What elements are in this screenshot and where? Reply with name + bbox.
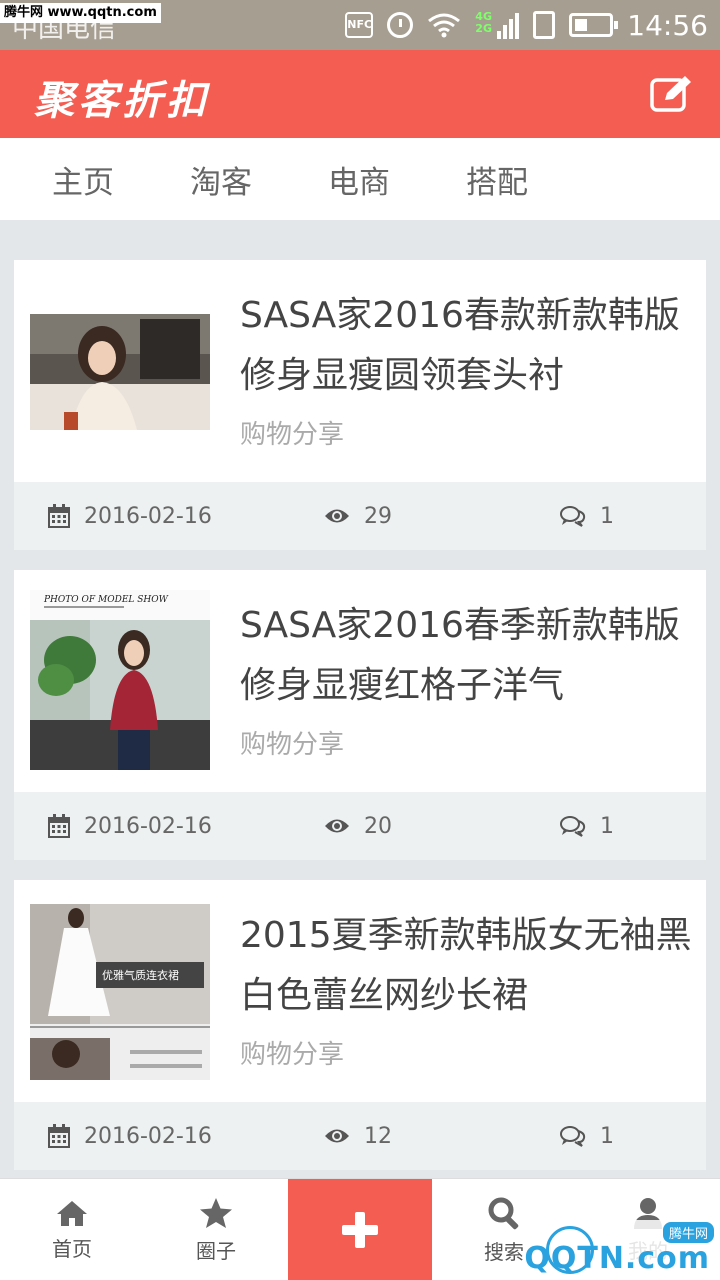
post-category[interactable]: 购物分享	[240, 1034, 344, 1071]
tab-taoke[interactable]: 淘客	[152, 157, 290, 202]
watermark-top: 腾牛网 www.qqtn.com	[0, 3, 161, 23]
app-title: 聚客折扣	[34, 77, 210, 124]
post-feed: SASA家2016春款新款韩版修身显瘦圆领套头衬 购物分享 2016-02-16…	[14, 260, 706, 1190]
post-comments[interactable]: 1	[560, 482, 614, 550]
tab-home[interactable]: 主页	[14, 157, 152, 202]
post-date-text: 2016-02-16	[84, 503, 212, 529]
bottom-nav-home-label: 首页	[52, 1236, 92, 1261]
home-icon	[57, 1200, 87, 1226]
star-icon	[200, 1197, 232, 1228]
post-views: 12	[324, 1102, 392, 1170]
post-card-body[interactable]: PHOTO OF MODEL SHOW SASA家2016春季新款韩版修身显瘦红…	[14, 570, 706, 792]
post-card-body[interactable]: 优雅气质连衣裙 2015夏季新款韩版女无袖黑白色蕾丝网纱长裙 购物分享	[14, 880, 706, 1102]
post-date: 2016-02-16	[48, 1102, 212, 1170]
post-meta: 2016-02-16 20 1	[14, 792, 706, 860]
tab-ecommerce[interactable]: 电商	[290, 157, 428, 202]
edit-button[interactable]	[648, 72, 696, 116]
post-category[interactable]: 购物分享	[240, 414, 344, 451]
post-comments[interactable]: 1	[560, 792, 614, 860]
post-title[interactable]: SASA家2016春季新款韩版修身显瘦红格子洋气	[240, 596, 696, 716]
post-card[interactable]: PHOTO OF MODEL SHOW SASA家2016春季新款韩版修身显瘦红…	[14, 570, 706, 860]
bottom-nav-circle[interactable]: 圈子	[144, 1179, 288, 1280]
post-card[interactable]: 优雅气质连衣裙 2015夏季新款韩版女无袖黑白色蕾丝网纱长裙 购物分享 2016…	[14, 880, 706, 1170]
post-thumbnail[interactable]	[30, 314, 210, 434]
post-meta: 2016-02-16 12 1	[14, 1102, 706, 1170]
tab-outfit[interactable]: 搭配	[428, 157, 566, 202]
plus-icon	[342, 1212, 378, 1248]
network-2g-label: 2G	[475, 22, 492, 35]
post-card-body[interactable]: SASA家2016春款新款韩版修身显瘦圆领套头衬 购物分享	[14, 260, 706, 482]
comments-icon	[560, 816, 586, 837]
eye-icon	[325, 819, 349, 833]
battery-icon	[569, 13, 619, 37]
post-comments-count: 1	[600, 1123, 614, 1149]
post-views: 20	[324, 792, 392, 860]
post-date: 2016-02-16	[48, 482, 212, 550]
eye-icon	[325, 1129, 349, 1143]
watermark-text: QQTN.com	[524, 1241, 710, 1276]
top-nav: 主页 淘客 电商 搭配	[0, 138, 720, 220]
status-icons: NFC 4G 2G 14:56	[345, 0, 708, 50]
comments-icon	[560, 1126, 586, 1147]
edit-icon	[650, 76, 691, 112]
watermark-badge: 腾牛网	[662, 1222, 714, 1243]
post-date-text: 2016-02-16	[84, 813, 212, 839]
search-icon	[488, 1197, 519, 1229]
wifi-icon	[428, 13, 461, 38]
bottom-nav: 首页 圈子 搜索 我的 腾牛网 QQTN.com	[0, 1178, 720, 1280]
bottom-nav-circle-label: 圈子	[196, 1238, 236, 1263]
status-bar: 中国电信 腾牛网 www.qqtn.com NFC 4G 2G 14:56	[0, 0, 720, 50]
signal-icon: 4G 2G	[475, 11, 520, 39]
eye-icon	[325, 509, 349, 523]
post-meta: 2016-02-16 29 1	[14, 482, 706, 550]
post-comments[interactable]: 1	[560, 1102, 614, 1170]
post-card[interactable]: SASA家2016春款新款韩版修身显瘦圆领套头衬 购物分享 2016-02-16…	[14, 260, 706, 550]
alarm-icon	[387, 12, 414, 38]
app-header: 聚客折扣	[0, 50, 720, 138]
watermark-bottom: 腾牛网 QQTN.com	[524, 1220, 720, 1280]
bottom-nav-search-label: 搜索	[484, 1239, 524, 1264]
post-title[interactable]: SASA家2016春款新款韩版修身显瘦圆领套头衬	[240, 286, 696, 406]
post-date-text: 2016-02-16	[84, 1123, 212, 1149]
bottom-nav-home[interactable]: 首页	[0, 1179, 144, 1280]
thumb-caption: 优雅气质连衣裙	[102, 968, 179, 982]
post-date: 2016-02-16	[48, 792, 212, 860]
post-category[interactable]: 购物分享	[240, 724, 344, 761]
thumb-caption: PHOTO OF MODEL SHOW	[43, 595, 169, 605]
sim-icon	[533, 11, 556, 39]
clock: 14:56	[627, 8, 708, 42]
post-views: 29	[324, 482, 392, 550]
post-thumbnail[interactable]: PHOTO OF MODEL SHOW	[30, 590, 210, 770]
calendar-icon	[48, 504, 70, 528]
post-title[interactable]: 2015夏季新款韩版女无袖黑白色蕾丝网纱长裙	[240, 906, 696, 1026]
comments-icon	[560, 506, 586, 527]
post-views-count: 29	[364, 503, 392, 529]
post-thumbnail[interactable]: 优雅气质连衣裙	[30, 904, 210, 1080]
calendar-icon	[48, 814, 70, 838]
nfc-icon: NFC	[345, 12, 374, 38]
calendar-icon	[48, 1124, 70, 1148]
post-views-count: 12	[364, 1123, 392, 1149]
add-post-button[interactable]	[288, 1179, 432, 1280]
post-comments-count: 1	[600, 503, 614, 529]
post-comments-count: 1	[600, 813, 614, 839]
post-views-count: 20	[364, 813, 392, 839]
